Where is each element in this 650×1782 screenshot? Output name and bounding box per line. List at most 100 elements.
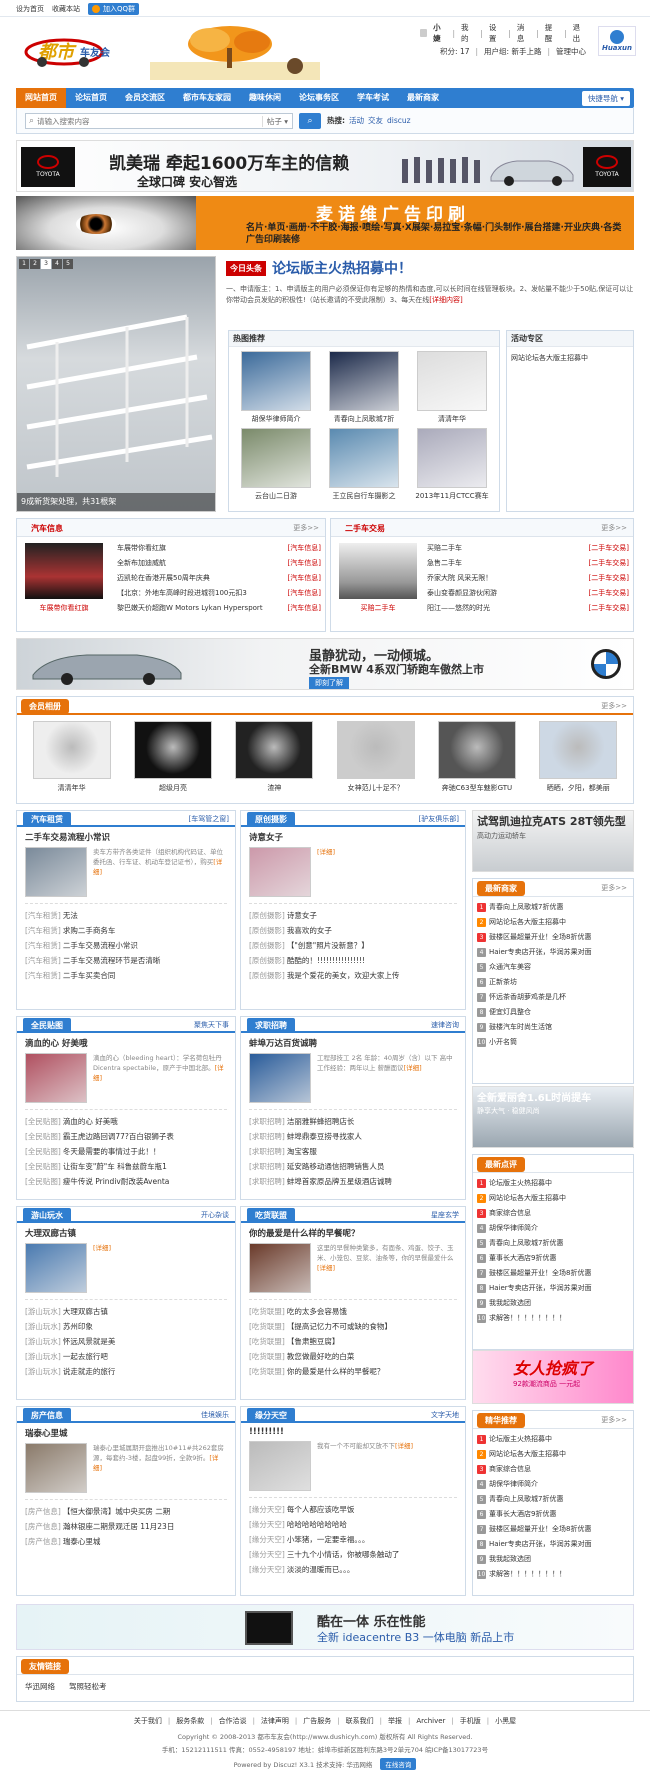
panel-title[interactable]: 全民贴图 xyxy=(23,1018,71,1033)
list-item[interactable]: [汽车租赁] 二手车交易流程小常识 xyxy=(25,938,227,953)
side-list-item[interactable]: 7 鼓楼区最超量开业！全场8折优惠 xyxy=(477,1522,629,1537)
list-item[interactable]: [吃货联盟] 【提高记忆力不可或缺的食物】 xyxy=(249,1319,457,1334)
slideshow[interactable]: 12345 9成新货架处理，共31根架 xyxy=(16,256,216,512)
quick-nav-button[interactable]: 快捷导航 ▾ xyxy=(581,90,630,106)
points-link[interactable]: 积分: 17 xyxy=(440,46,469,57)
nav-item-5[interactable]: 论坛事务区 xyxy=(290,88,348,108)
list-item[interactable]: [吃货联盟] 【鲁肃鲍豆腐】 xyxy=(249,1334,457,1349)
list-item-category[interactable]: [汽车信息] xyxy=(288,601,321,616)
list-item[interactable]: [缘分天空] 每个人都应该吃早饭 xyxy=(249,1502,457,1517)
album-more[interactable]: 更多>> xyxy=(601,701,627,711)
side-list-item[interactable]: 8 Haier专卖店开张，华润苏果对面 xyxy=(477,1537,629,1552)
list-item-category[interactable]: [缘分天空] xyxy=(249,1505,285,1514)
list-item[interactable]: [汽车租赁] 二手车买卖合同 xyxy=(25,968,227,983)
side-list-item[interactable]: 1 青春向上凤歌城7折优惠 xyxy=(477,900,629,915)
side-list-item[interactable]: 9 我我起致选团 xyxy=(477,1296,629,1311)
list-item-category[interactable]: [求职招聘] xyxy=(249,1177,285,1186)
friend-link-1[interactable]: 驾照轻松考 xyxy=(69,1681,107,1692)
list-item[interactable]: [游山玩水] 大理双廊古镇 xyxy=(25,1304,227,1319)
panel-head-title[interactable]: !!!!!!!!! xyxy=(241,1423,465,1437)
album-item[interactable]: 女神范儿十足不？ xyxy=(331,721,421,793)
side-list-item[interactable]: 9 鼓楼汽车时尚生活馆 xyxy=(477,1020,629,1035)
list-item[interactable]: [房产信息] 瀚林银座二期景观迁居 11月23日 xyxy=(25,1519,227,1534)
used-car-caption[interactable]: 买赔二手车 xyxy=(339,603,417,613)
list-item[interactable]: [房产信息] 【恒大御景湾】城中央买房 二期 xyxy=(25,1504,227,1519)
set-home-link[interactable]: 设为首页 xyxy=(16,4,44,14)
cadillac-ad[interactable]: 试驾凯迪拉克ATS 28T领先型 高动力运动轿车 xyxy=(472,810,634,872)
favorite-link[interactable]: 收藏本站 xyxy=(52,4,80,14)
list-item-category[interactable]: [原创摄影] xyxy=(249,941,285,950)
car-info-caption[interactable]: 车展带你看红旗 xyxy=(25,603,103,613)
list-item[interactable]: [原创摄影] 诗意女子 xyxy=(249,908,457,923)
panel-tag[interactable]: 星座玄学 xyxy=(431,1210,459,1220)
panel-head-title[interactable]: 瑞泰心里城 xyxy=(17,1423,235,1439)
list-item-category[interactable]: [缘分天空] xyxy=(249,1565,285,1574)
side-list-item[interactable]: 6 正新茶坊 xyxy=(477,975,629,990)
list-item[interactable]: [求职招聘] 洁丽雅鲜蜂招聘店长 xyxy=(249,1114,457,1129)
list-item[interactable]: [全民贴图] 瘦牛传说 Prindiv耐改装Aventa xyxy=(25,1174,227,1189)
headline-more-link[interactable]: [详细内容] xyxy=(429,296,462,304)
list-item[interactable]: [缘分天空] 淡淡的温暖而已。。。 xyxy=(249,1562,457,1577)
list-item-category[interactable]: [汽车信息] xyxy=(288,571,321,586)
panel-tag[interactable]: 速律咨询 xyxy=(431,1020,459,1030)
list-item-category[interactable]: [吃货联盟] xyxy=(249,1367,285,1376)
footer-link-9[interactable]: 小黑屋 xyxy=(495,1716,516,1726)
panel-title[interactable]: 房产信息 xyxy=(23,1408,71,1423)
list-item-category[interactable]: [汽车信息] xyxy=(288,541,321,556)
list-item[interactable]: 买赔二手车 [二手车交易] xyxy=(427,541,629,556)
list-item[interactable]: [全民贴图] 滴血的心 好美哦 xyxy=(25,1114,227,1129)
list-item-category[interactable]: [求职招聘] xyxy=(249,1147,285,1156)
list-item-category[interactable]: [游山玩水] xyxy=(25,1322,61,1331)
toyota-banner[interactable]: TOYOTA 凯美瑞 牵起1600万车主的信赖 全球口碑 安心智选 TOYOTA xyxy=(16,140,634,192)
list-item-category[interactable]: [房产信息] xyxy=(25,1522,61,1531)
women-shopping-ad[interactable]: 女人抢疯了 92款潮流商品 一元起 xyxy=(472,1350,634,1404)
search-input[interactable] xyxy=(37,116,238,126)
list-item[interactable]: [全民贴图] 冬天最需要的事情过于此！！ xyxy=(25,1144,227,1159)
panel-title[interactable]: 缘分天空 xyxy=(247,1408,295,1423)
footer-link-3[interactable]: 法律声明 xyxy=(261,1716,289,1726)
album-item[interactable]: 晒晒，夕阳，都美丽 xyxy=(533,721,623,793)
list-item-category[interactable]: [全民贴图] xyxy=(25,1147,61,1156)
list-item-category[interactable]: [房产信息] xyxy=(25,1507,61,1516)
list-item-category[interactable]: [二手车交易] xyxy=(589,586,629,601)
list-item[interactable]: [原创摄影] 我喜欢的女子 xyxy=(249,923,457,938)
search-button[interactable]: ⌕ xyxy=(299,113,321,129)
side-list-item[interactable]: 2 网站论坛各大版主招募中 xyxy=(477,915,629,930)
list-item[interactable]: 全新布加迪威航 [汽车信息] xyxy=(117,556,321,571)
list-item[interactable]: 急售二手车 [二手车交易] xyxy=(427,556,629,571)
list-item-category[interactable]: [二手车交易] xyxy=(589,601,629,616)
hot-search-2[interactable]: discuz xyxy=(387,116,411,125)
side-list-item[interactable]: 2 网站论坛各大版主招募中 xyxy=(477,1191,629,1206)
qq-group-button[interactable]: 加入QQ群 xyxy=(88,3,140,15)
username-link[interactable]: 小婕 xyxy=(433,22,446,44)
side-list-item[interactable]: 5 青春向上凤歌城7折优惠 xyxy=(477,1492,629,1507)
slide-page-2[interactable]: 3 xyxy=(41,259,51,269)
my-menu[interactable]: 我的 xyxy=(461,22,474,44)
list-item-category[interactable]: [求职招聘] xyxy=(249,1162,285,1171)
panel-title[interactable]: 吃货联盟 xyxy=(247,1208,295,1223)
footer-link-1[interactable]: 服务条款 xyxy=(176,1716,204,1726)
footer-link-2[interactable]: 合作洽谈 xyxy=(219,1716,247,1726)
hot-pic-item[interactable]: 清清年华 xyxy=(411,351,493,424)
list-item[interactable]: 乔家大院 风采无限！ [二手车交易] xyxy=(427,571,629,586)
list-item[interactable]: [汽车租赁] 求购二手商务车 xyxy=(25,923,227,938)
panel-head-title[interactable]: 滴血的心 好美哦 xyxy=(17,1033,235,1049)
footer-link-0[interactable]: 关于我们 xyxy=(134,1716,162,1726)
list-item[interactable]: [房产信息] 瑞泰心里城 xyxy=(25,1534,227,1549)
list-item[interactable]: 阳江——悠然的时光 [二手车交易] xyxy=(427,601,629,616)
hot-pic-item[interactable]: 2013年11月CTCC赛车 xyxy=(411,428,493,501)
headline-title[interactable]: 论坛版主火热招募中！ xyxy=(272,258,412,278)
side-list-item[interactable]: 10 求解答！！！！！！！！ xyxy=(477,1567,629,1582)
list-item-category[interactable]: [原创摄影] xyxy=(249,926,285,935)
panel-image[interactable] xyxy=(249,1243,311,1293)
nav-item-2[interactable]: 会员交流区 xyxy=(116,88,174,108)
panel-tag[interactable]: 文字天地 xyxy=(431,1410,459,1420)
panel-image[interactable] xyxy=(25,1443,87,1493)
list-item-category[interactable]: [全民贴图] xyxy=(25,1132,61,1141)
list-item[interactable]: [汽车租赁] 无法 xyxy=(25,908,227,923)
messages-link[interactable]: 消息 xyxy=(517,22,530,44)
panel-title[interactable]: 原创摄影 xyxy=(247,812,295,827)
nav-item-7[interactable]: 最新商家 xyxy=(398,88,448,108)
list-item-category[interactable]: [汽车租赁] xyxy=(25,956,61,965)
panel-detail-link[interactable]: [详细] xyxy=(317,848,335,856)
